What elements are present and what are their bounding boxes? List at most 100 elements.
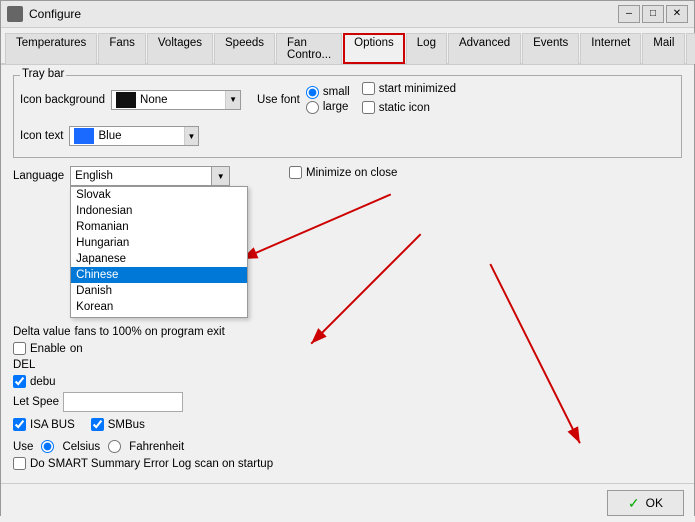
lang-item-korean[interactable]: Korean bbox=[71, 299, 247, 315]
debug-label: debu bbox=[30, 376, 56, 388]
font-large-radio[interactable] bbox=[306, 101, 319, 114]
title-buttons: — □ ✕ bbox=[618, 5, 688, 23]
tab-advanced[interactable]: Advanced bbox=[448, 33, 521, 64]
language-dropdown-scroll[interactable]: Slovak Indonesian Romanian Hungarian Jap… bbox=[71, 187, 247, 317]
language-label: Language bbox=[13, 170, 64, 182]
font-large-row: large bbox=[306, 101, 350, 114]
minimize-on-close-row: Minimize on close bbox=[289, 166, 682, 179]
icon-background-dropdown[interactable]: None ▼ bbox=[111, 90, 241, 110]
icon-text-dropdown-arrow[interactable]: ▼ bbox=[184, 127, 199, 145]
celsius-label: Celsius bbox=[62, 441, 100, 453]
sm-bus-checkbox[interactable] bbox=[91, 418, 104, 431]
minimize-on-close-label: Minimize on close bbox=[306, 167, 397, 179]
tab-speeds[interactable]: Speeds bbox=[214, 33, 275, 64]
language-area: Language English ▼ Slovak Indonesian Rom… bbox=[13, 166, 273, 434]
font-large-label: large bbox=[323, 101, 349, 113]
icon-background-color-swatch bbox=[116, 92, 136, 108]
app-icon bbox=[7, 6, 23, 22]
ok-check-icon: ✓ bbox=[628, 495, 640, 512]
tab-events[interactable]: Events bbox=[522, 33, 579, 64]
language-options-row: Language English ▼ Slovak Indonesian Rom… bbox=[13, 166, 682, 434]
icon-text-label: Icon text bbox=[20, 130, 63, 142]
font-small-radio[interactable] bbox=[306, 86, 319, 99]
minimize-button[interactable]: — bbox=[618, 5, 640, 23]
icon-background-label: Icon background bbox=[20, 94, 105, 106]
enable-row: Enable on bbox=[13, 342, 273, 355]
static-icon-row: static icon bbox=[362, 101, 456, 114]
close-button[interactable]: ✕ bbox=[666, 5, 688, 23]
tab-mail[interactable]: Mail bbox=[642, 33, 685, 64]
start-minimized-row: start minimized bbox=[362, 82, 456, 95]
lang-item-japanese[interactable]: Japanese bbox=[71, 251, 247, 267]
lang-item-hungarian[interactable]: Hungarian bbox=[71, 235, 247, 251]
isa-bus-row: ISA BUS bbox=[13, 418, 75, 431]
static-icon-checkbox[interactable] bbox=[362, 101, 375, 114]
language-current-value: English bbox=[71, 169, 211, 183]
delta-values-label: Delta value bbox=[13, 326, 71, 338]
lang-item-indonesian[interactable]: Indonesian bbox=[71, 203, 247, 219]
maximize-button[interactable]: □ bbox=[642, 5, 664, 23]
smart-row: Do SMART Summary Error Log scan on start… bbox=[13, 457, 682, 470]
tab-fans[interactable]: Fans bbox=[98, 33, 146, 64]
font-radio-group: small large bbox=[306, 86, 350, 114]
sm-bus-row: SMBus bbox=[91, 418, 145, 431]
fahrenheit-label: Fahrenheit bbox=[129, 441, 184, 453]
tab-temperatures[interactable]: Temperatures bbox=[5, 33, 97, 64]
let-spee-row: Let Spee bbox=[13, 392, 273, 412]
minimize-on-close-checkbox[interactable] bbox=[289, 166, 302, 179]
icon-text-row: Icon text Blue ▼ bbox=[20, 126, 675, 146]
start-minimized-label: start minimized bbox=[379, 83, 456, 95]
enable-checkbox[interactable] bbox=[13, 342, 26, 355]
content-area: Tray bar Icon background None ▼ Use font… bbox=[1, 65, 694, 483]
tab-options[interactable]: Options bbox=[343, 33, 405, 64]
main-window: Configure — □ ✕ Temperatures Fans Voltag… bbox=[0, 0, 695, 516]
isa-bus-checkbox[interactable] bbox=[13, 418, 26, 431]
sm-bus-label: SMBus bbox=[108, 419, 145, 431]
language-container: English ▼ Slovak Indonesian Romanian Hun… bbox=[70, 166, 230, 186]
bus-row: ISA BUS SMBus bbox=[13, 418, 273, 434]
icon-text-dropdown[interactable]: Blue ▼ bbox=[69, 126, 199, 146]
right-options-area: Minimize on close bbox=[289, 166, 682, 434]
enable-label: Enable bbox=[30, 343, 66, 355]
language-dropdown[interactable]: Slovak Indonesian Romanian Hungarian Jap… bbox=[70, 186, 248, 318]
font-small-label: small bbox=[323, 86, 350, 98]
let-spee-input[interactable] bbox=[63, 392, 183, 412]
tab-xap[interactable]: xAP bbox=[686, 33, 695, 64]
use-font-label: Use font bbox=[257, 94, 300, 106]
del-row: DEL bbox=[13, 359, 273, 371]
icon-text-value: Blue bbox=[98, 130, 183, 142]
tab-log[interactable]: Log bbox=[406, 33, 447, 64]
delta-values-row: Delta value fans to 100% on program exit bbox=[13, 326, 273, 338]
static-icon-label: static icon bbox=[379, 102, 430, 114]
lang-item-chinese[interactable]: Chinese bbox=[71, 267, 247, 283]
icon-background-dropdown-arrow[interactable]: ▼ bbox=[225, 91, 240, 109]
language-input[interactable]: English ▼ bbox=[70, 166, 230, 186]
font-small-row: small bbox=[306, 86, 350, 99]
use-row: Use Celsius Fahrenheit bbox=[13, 440, 682, 453]
tray-bar-section: Tray bar Icon background None ▼ Use font… bbox=[13, 75, 682, 158]
tab-bar: Temperatures Fans Voltages Speeds Fan Co… bbox=[1, 28, 694, 65]
enable-on-label: on bbox=[70, 343, 83, 355]
tray-bar-title: Tray bar bbox=[20, 68, 66, 80]
debug-row: debu bbox=[13, 375, 273, 388]
start-minimized-checkbox[interactable] bbox=[362, 82, 375, 95]
language-dropdown-arrow[interactable]: ▼ bbox=[211, 167, 229, 185]
isa-bus-label: ISA BUS bbox=[30, 419, 75, 431]
tab-voltages[interactable]: Voltages bbox=[147, 33, 213, 64]
fahrenheit-radio[interactable] bbox=[108, 440, 121, 453]
tab-fan-control[interactable]: Fan Contro... bbox=[276, 33, 342, 64]
lang-item-danish[interactable]: Danish bbox=[71, 283, 247, 299]
smart-checkbox[interactable] bbox=[13, 457, 26, 470]
lang-item-slovak[interactable]: Slovak bbox=[71, 187, 247, 203]
tab-internet[interactable]: Internet bbox=[580, 33, 641, 64]
lang-item-romanian[interactable]: Romanian bbox=[71, 219, 247, 235]
icon-background-value: None bbox=[140, 94, 225, 106]
ok-button[interactable]: ✓ OK bbox=[607, 490, 684, 516]
fans-to-100-label: fans to 100% on program exit bbox=[75, 326, 225, 338]
debug-checkbox[interactable] bbox=[13, 375, 26, 388]
icon-background-row: Icon background None ▼ Use font small la… bbox=[20, 82, 675, 117]
let-spee-label: Let Spee bbox=[13, 396, 59, 408]
celsius-radio[interactable] bbox=[41, 440, 54, 453]
title-bar: Configure — □ ✕ bbox=[1, 1, 694, 28]
language-row: Language English ▼ Slovak Indonesian Rom… bbox=[13, 166, 273, 186]
